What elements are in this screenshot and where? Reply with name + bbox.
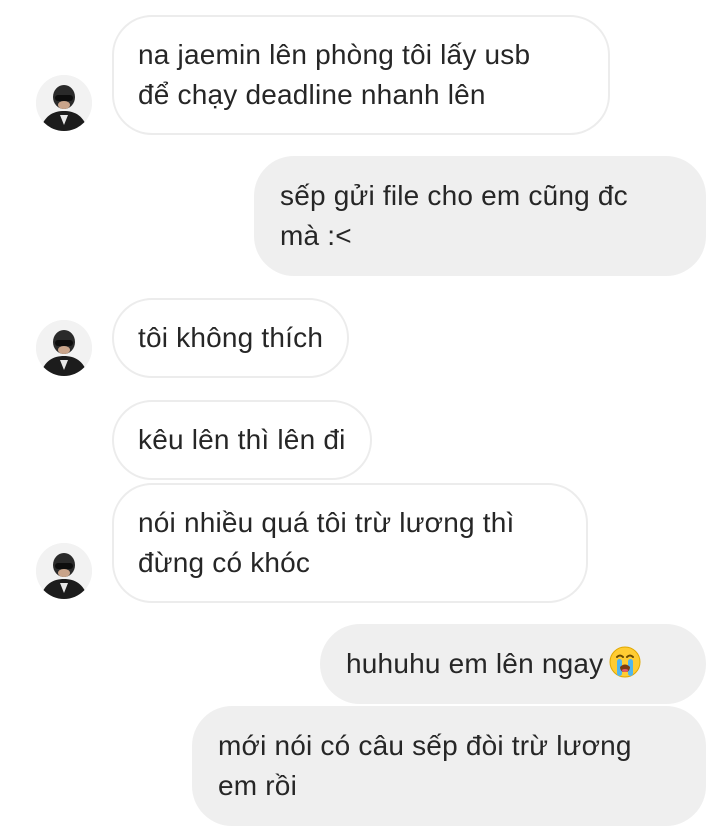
avatar[interactable]	[36, 75, 92, 131]
loudly-crying-face-icon	[609, 646, 641, 678]
profile-photo-icon	[36, 543, 92, 599]
outgoing-message[interactable]: mới nói có câu sếp đòi trừ lương em rồi	[192, 706, 706, 826]
message-text: huhuhu em lên ngay	[346, 648, 604, 679]
incoming-message[interactable]: tôi không thích	[112, 298, 350, 378]
outgoing-message[interactable]: huhuhu em lên ngay	[320, 624, 706, 704]
avatar[interactable]	[36, 543, 92, 599]
outgoing-message[interactable]: sếp gửi file cho em cũng đc mà :<	[254, 156, 706, 276]
profile-photo-icon	[36, 75, 92, 131]
incoming-message[interactable]: kêu lên thì lên đi	[112, 400, 372, 480]
incoming-message[interactable]: nói nhiều quá tôi trừ lương thì đừng có …	[112, 483, 588, 603]
incoming-message[interactable]: na jaemin lên phòng tôi lấy usb để chạy …	[112, 15, 610, 135]
avatar[interactable]	[36, 320, 92, 376]
profile-photo-icon	[36, 320, 92, 376]
